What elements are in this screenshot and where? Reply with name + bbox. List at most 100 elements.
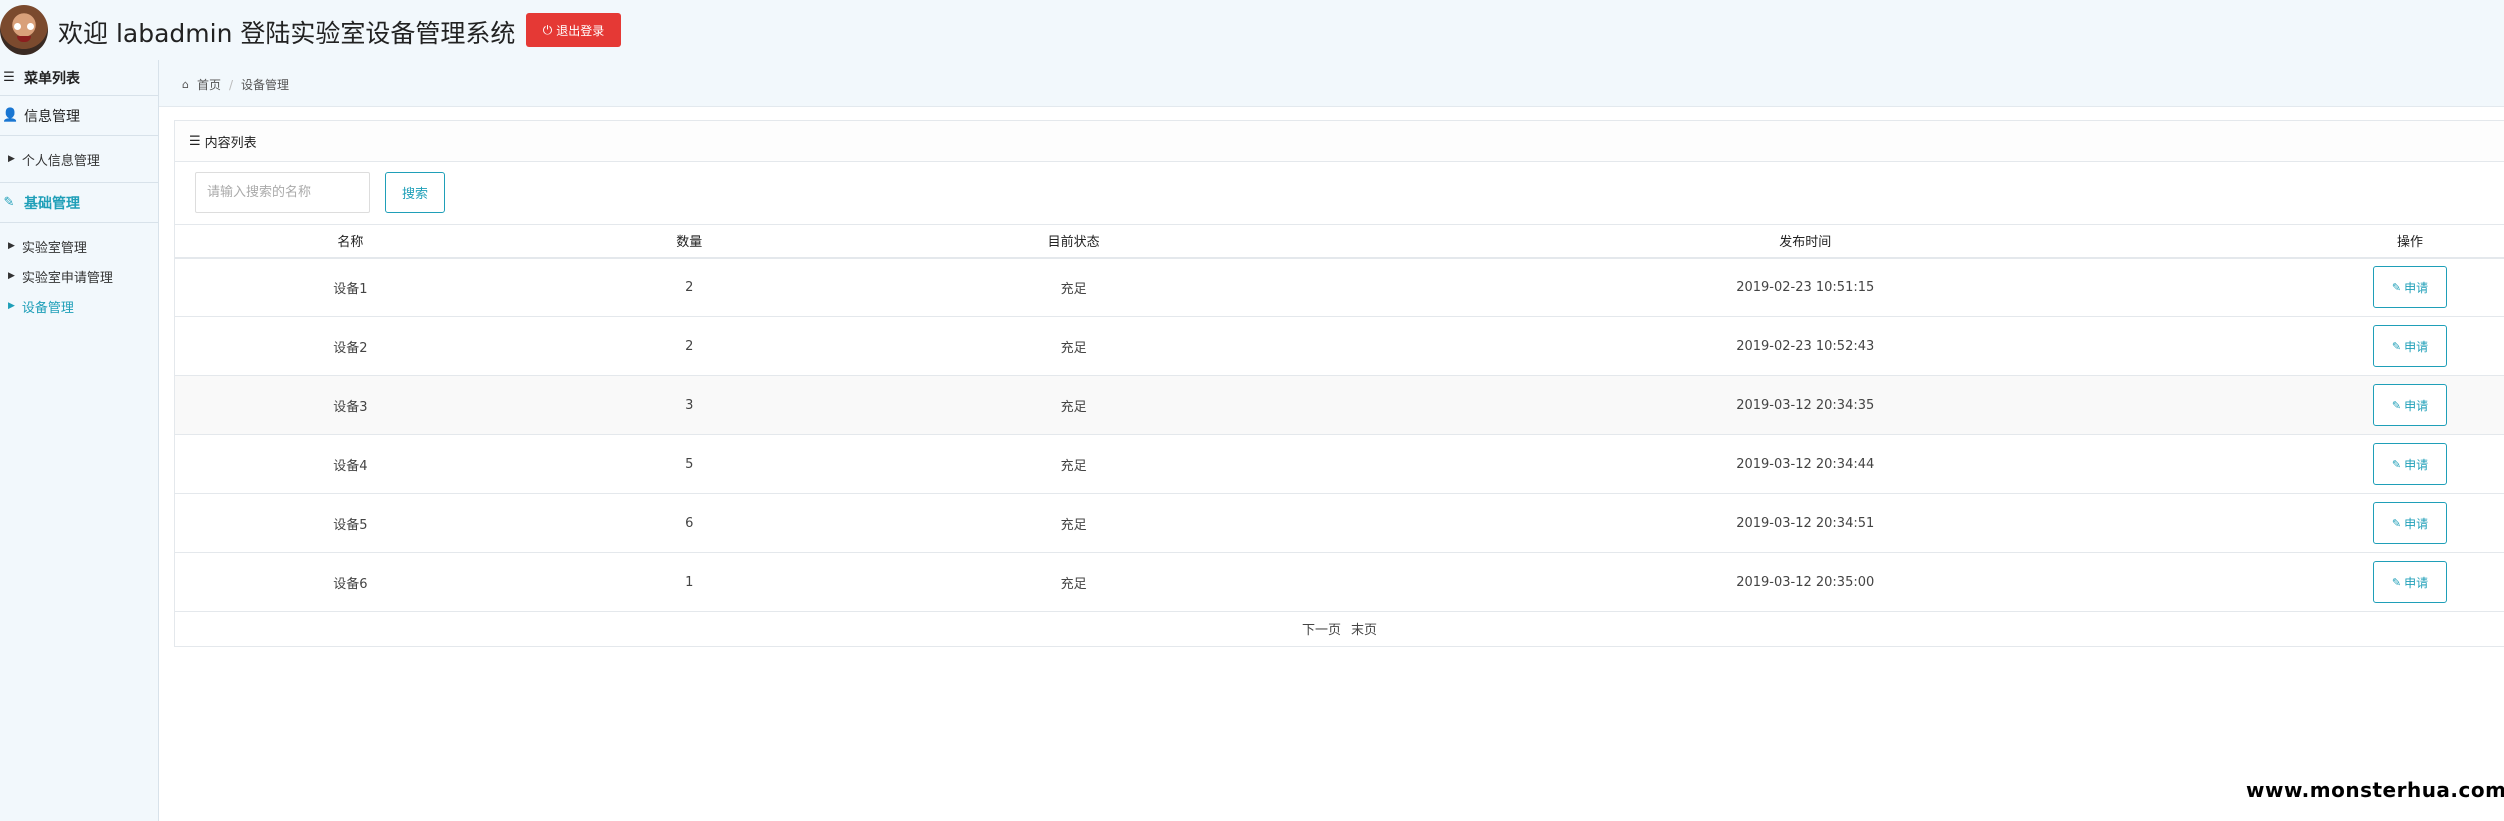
power-icon: ⏻ bbox=[542, 23, 553, 37]
cell-quantity: 2 bbox=[525, 316, 853, 376]
table-row: 设备1 2 充足 2019-02-23 10:51:15 ✎ 申请 bbox=[175, 257, 2504, 317]
apply-label: 申请 bbox=[2404, 457, 2429, 472]
column-header-time: 发布时间 bbox=[1294, 224, 2317, 259]
column-header-quantity: 数量 bbox=[525, 224, 853, 259]
watermark: www.monsterhua.com bbox=[2246, 778, 2504, 802]
cell-name: 设备6 bbox=[175, 552, 526, 612]
cell-time: 2019-03-12 20:34:51 bbox=[1294, 493, 2317, 553]
apply-button[interactable]: ✎ 申请 bbox=[2373, 266, 2447, 309]
list-icon: ☰ bbox=[189, 133, 201, 149]
edit-icon: ✎ bbox=[2391, 398, 2402, 412]
list-icon: ☰ bbox=[3, 70, 15, 85]
panel-title-label: 内容列表 bbox=[204, 135, 257, 151]
table-row: 设备5 6 充足 2019-03-12 20:34:51 ✎ 申请 bbox=[175, 493, 2504, 553]
breadcrumb-current: 设备管理 bbox=[241, 78, 290, 92]
cell-quantity: 1 bbox=[525, 552, 853, 612]
column-header-name: 名称 bbox=[175, 224, 526, 259]
edit-icon: ✎ bbox=[2391, 339, 2402, 353]
cell-name: 设备5 bbox=[175, 493, 526, 553]
caret-right-icon: ▶ bbox=[8, 153, 15, 164]
cell-time: 2019-02-23 10:51:15 bbox=[1294, 257, 2317, 317]
sidebar-item-lab-application[interactable]: ▶ 实验室申请管理 bbox=[0, 261, 158, 291]
sidebar-title-label: 菜单列表 bbox=[24, 70, 80, 87]
edit-icon: ✎ bbox=[3, 195, 15, 210]
edit-icon: ✎ bbox=[2391, 280, 2402, 294]
content-panel: ☰ 内容列表 搜索 名称 数量 目前状态 发布时间 操作 设备1 2 bbox=[174, 120, 2504, 647]
sidebar-item-label: 个人信息管理 bbox=[21, 153, 100, 169]
edit-icon: ✎ bbox=[2391, 516, 2402, 530]
sidebar-group-label: 基础管理 bbox=[24, 195, 80, 212]
edit-icon: ✎ bbox=[2391, 457, 2402, 471]
sidebar-group-basic[interactable]: ✎ 基础管理 bbox=[0, 183, 158, 223]
table-header-row: 名称 数量 目前状态 发布时间 操作 bbox=[175, 224, 2504, 259]
sidebar-item-lab-management[interactable]: ▶ 实验室管理 bbox=[0, 231, 158, 261]
search-button[interactable]: 搜索 bbox=[385, 172, 445, 213]
sidebar-item-label: 实验室申请管理 bbox=[21, 270, 113, 286]
apply-button[interactable]: ✎ 申请 bbox=[2373, 502, 2447, 544]
avatar bbox=[0, 5, 48, 55]
apply-label: 申请 bbox=[2404, 398, 2429, 413]
table-row: 设备6 1 充足 2019-03-12 20:35:00 ✎ 申请 bbox=[175, 552, 2504, 612]
logout-label: 退出登录 bbox=[556, 23, 605, 38]
cell-name: 设备2 bbox=[175, 316, 526, 376]
last-page-link[interactable]: 末页 bbox=[1351, 619, 1377, 638]
cell-quantity: 6 bbox=[525, 493, 853, 553]
sidebar-group-basic-items: ▶ 实验室管理 ▶ 实验室申请管理 ▶ 设备管理 bbox=[0, 223, 158, 329]
breadcrumb-separator: / bbox=[229, 77, 234, 92]
column-header-action: 操作 bbox=[2316, 224, 2504, 259]
panel-title: ☰ 内容列表 bbox=[175, 121, 2504, 162]
cell-time: 2019-03-12 20:35:00 bbox=[1294, 552, 2317, 612]
main-content: ☰ 内容列表 搜索 名称 数量 目前状态 发布时间 操作 设备1 2 bbox=[159, 106, 2504, 821]
top-header: 欢迎 labadmin 登陆实验室设备管理系统 ⏻ 退出登录 bbox=[0, 0, 2504, 60]
cell-action: ✎ 申请 bbox=[2316, 257, 2504, 317]
apply-label: 申请 bbox=[2404, 280, 2429, 295]
cell-status: 充足 bbox=[852, 434, 1295, 494]
cell-quantity: 5 bbox=[525, 434, 853, 494]
next-page-link[interactable]: 下一页 bbox=[1302, 619, 1341, 638]
cell-name: 设备4 bbox=[175, 434, 526, 494]
cell-status: 充足 bbox=[852, 257, 1295, 317]
sidebar-group-info-items: ▶ 个人信息管理 bbox=[0, 136, 158, 183]
apply-button[interactable]: ✎ 申请 bbox=[2373, 384, 2447, 426]
cell-action: ✎ 申请 bbox=[2316, 493, 2504, 553]
cell-name: 设备1 bbox=[175, 257, 526, 317]
search-bar: 搜索 bbox=[175, 162, 2504, 224]
cell-status: 充足 bbox=[852, 316, 1295, 376]
pagination: 下一页 末页 bbox=[175, 612, 2504, 644]
cell-action: ✎ 申请 bbox=[2316, 316, 2504, 376]
table-row: 设备3 3 充足 2019-03-12 20:34:35 ✎ 申请 bbox=[175, 375, 2504, 435]
sidebar-group-info[interactable]: 👤 信息管理 bbox=[0, 96, 158, 136]
search-input[interactable] bbox=[195, 172, 370, 213]
sidebar-item-label: 实验室管理 bbox=[21, 240, 87, 256]
apply-button[interactable]: ✎ 申请 bbox=[2373, 443, 2447, 485]
home-icon: ⌂ bbox=[182, 78, 189, 91]
cell-action: ✎ 申请 bbox=[2316, 434, 2504, 494]
sidebar: ☰ 菜单列表 👤 信息管理 ▶ 个人信息管理 ✎ 基础管理 ▶ 实验室管理 ▶ … bbox=[0, 60, 159, 821]
apply-button[interactable]: ✎ 申请 bbox=[2373, 325, 2447, 367]
cell-time: 2019-02-23 10:52:43 bbox=[1294, 316, 2317, 376]
welcome-title: 欢迎 labadmin 登陆实验室设备管理系统 bbox=[58, 19, 516, 48]
logout-button[interactable]: ⏻ 退出登录 bbox=[526, 13, 621, 47]
sidebar-item-equipment-management[interactable]: ▶ 设备管理 bbox=[0, 291, 158, 321]
apply-label: 申请 bbox=[2404, 516, 2429, 531]
cell-status: 充足 bbox=[852, 552, 1295, 612]
cell-quantity: 3 bbox=[525, 375, 853, 435]
equipment-table: 名称 数量 目前状态 发布时间 操作 设备1 2 充足 2019-02-23 1… bbox=[175, 224, 2504, 612]
column-header-status: 目前状态 bbox=[852, 224, 1295, 259]
sidebar-item-personal-info[interactable]: ▶ 个人信息管理 bbox=[0, 144, 158, 174]
apply-label: 申请 bbox=[2404, 575, 2429, 590]
caret-right-icon: ▶ bbox=[8, 270, 15, 281]
cell-action: ✎ 申请 bbox=[2316, 375, 2504, 435]
sidebar-title: ☰ 菜单列表 bbox=[0, 60, 158, 96]
cell-quantity: 2 bbox=[525, 257, 853, 317]
cell-name: 设备3 bbox=[175, 375, 526, 435]
cell-time: 2019-03-12 20:34:44 bbox=[1294, 434, 2317, 494]
sidebar-group-label: 信息管理 bbox=[24, 108, 80, 125]
breadcrumb: ⌂ 首页 / 设备管理 bbox=[182, 76, 289, 93]
edit-icon: ✎ bbox=[2391, 575, 2402, 589]
user-icon: 👤 bbox=[2, 108, 19, 123]
breadcrumb-home[interactable]: 首页 bbox=[197, 76, 221, 93]
caret-right-icon: ▶ bbox=[8, 300, 15, 311]
apply-button[interactable]: ✎ 申请 bbox=[2373, 561, 2447, 603]
cell-status: 充足 bbox=[852, 493, 1295, 553]
